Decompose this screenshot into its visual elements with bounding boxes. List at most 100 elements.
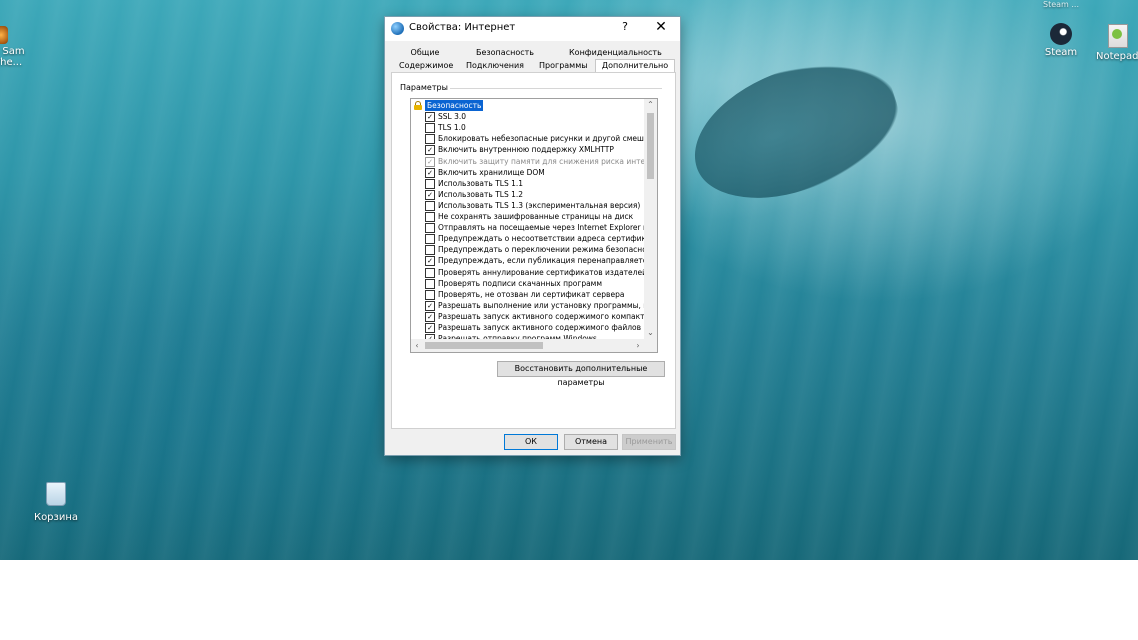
setting-checkbox[interactable]: ✓ — [425, 189, 435, 200]
internet-options-icon — [391, 22, 404, 35]
settings-list-item[interactable]: Проверять подписи скачанных программ — [411, 278, 644, 289]
setting-checkbox[interactable] — [425, 212, 435, 222]
settings-list-item[interactable]: ✓ Включить внутреннюю поддержку XMLHTTP — [411, 144, 644, 156]
desktop-icon-notepadpp[interactable]: Notepad+ — [1094, 24, 1138, 62]
settings-list-item[interactable]: ✓ SSL 3.0 — [411, 111, 644, 123]
settings-list-item[interactable]: TLS 1.0 — [411, 122, 644, 134]
settings-list-item[interactable]: Проверять аннулирование сертификатов изд… — [411, 267, 647, 278]
tab-advanced[interactable]: Дополнительно — [595, 59, 675, 73]
setting-label: Не сохранять зашифрованные страницы на д… — [438, 212, 634, 221]
setting-label: Использовать TLS 1.2 — [438, 189, 524, 199]
setting-checkbox[interactable]: ✓ — [425, 323, 435, 333]
settings-list[interactable]: Безопасность ✓ SSL 3.0 TLS 1.0 Блокировать н… — [410, 98, 658, 353]
tab-programs[interactable]: Программы — [539, 60, 588, 72]
tab-privacy[interactable]: Конфиденциальность — [569, 47, 662, 59]
settings-list-item[interactable]: Использовать TLS 1.1 — [411, 178, 644, 189]
settings-category-security[interactable]: Безопасность — [411, 100, 644, 111]
setting-label: Использовать TLS 1.1 — [438, 178, 524, 188]
tab-connections[interactable]: Подключения — [465, 60, 525, 72]
ok-button[interactable]: ОК — [504, 434, 558, 450]
close-button[interactable]: ✕ — [651, 19, 671, 37]
setting-checkbox[interactable] — [425, 200, 435, 211]
steam-icon — [1050, 23, 1072, 45]
settings-list-item[interactable]: Не сохранять зашифрованные страницы на д… — [411, 211, 644, 222]
setting-label: Использовать TLS 1.3 (экспериментальная … — [438, 200, 641, 210]
settings-list-item[interactable]: ✓ Предупреждать, если публикация перенапр… — [411, 255, 657, 267]
setting-checkbox[interactable]: ✓ — [425, 300, 435, 311]
settings-list-item[interactable]: ✓ Использовать TLS 1.2 — [411, 189, 644, 200]
setting-checkbox[interactable]: ✓ — [425, 256, 435, 267]
scroll-down-icon[interactable]: ⌄ — [644, 327, 657, 339]
setting-checkbox[interactable]: ✓ — [425, 167, 435, 178]
setting-checkbox[interactable] — [425, 223, 435, 234]
recycle-bin-icon — [46, 482, 66, 506]
cancel-button[interactable]: Отмена — [564, 434, 618, 450]
vertical-scroll-thumb[interactable] — [647, 113, 654, 179]
restore-advanced-settings-button[interactable]: Восстановить дополнительные параметры — [497, 361, 665, 387]
setting-label: Предупреждать о переключении режима безо… — [438, 245, 658, 255]
setting-label: Разрешать выполнение или установку прогр… — [438, 300, 658, 310]
setting-checkbox[interactable] — [425, 123, 435, 134]
scroll-right-icon[interactable]: › — [632, 339, 644, 352]
desktop-icon-label: Notepad+ — [1096, 51, 1138, 62]
setting-label: Отправлять на посещаемые через Internet … — [438, 223, 657, 233]
apply-button[interactable]: Применить — [622, 434, 676, 450]
window-title: Свойства: Интернет — [409, 22, 516, 33]
desktop-icon-serious-sam[interactable]: s Sam The... — [0, 26, 34, 68]
setting-checkbox[interactable]: ✓ — [425, 311, 435, 322]
settings-list-item[interactable]: Проверять, не отозван ли сертификат серв… — [411, 289, 644, 300]
lock-icon — [414, 101, 422, 110]
setting-checkbox[interactable] — [425, 278, 435, 289]
setting-checkbox[interactable]: ✓ — [425, 145, 435, 156]
desktop-icon-steam[interactable]: Steam ... Steam — [1038, 0, 1084, 58]
setting-label: Блокировать небезопасные рисунки и друго… — [438, 134, 658, 144]
setting-checkbox[interactable]: ✓ — [425, 156, 435, 167]
help-button[interactable]: ? — [617, 20, 633, 36]
desktop-icon-label: s Sam — [0, 46, 25, 57]
desktop-icon-label: Корзина — [33, 512, 79, 523]
settings-list-item[interactable]: ✓ Разрешать выполнение или установку прог… — [411, 300, 657, 311]
tab-content[interactable]: Содержимое — [399, 60, 453, 72]
tab-security[interactable]: Безопасность — [473, 47, 537, 59]
title-bar[interactable]: Свойства: Интернет ? ✕ — [385, 17, 680, 41]
internet-properties-dialog: Свойства: Интернет ? ✕ Общие Безопасност… — [384, 16, 681, 456]
horizontal-scroll-thumb[interactable] — [425, 342, 543, 349]
setting-checkbox[interactable] — [425, 178, 435, 189]
scroll-up-icon[interactable]: ⌃ — [644, 99, 657, 111]
horizontal-scrollbar[interactable]: ‹ › — [411, 339, 644, 352]
settings-list-item[interactable]: Отправлять на посещаемые через Internet … — [411, 222, 657, 234]
setting-checkbox[interactable] — [425, 245, 435, 256]
desktop-icon-label: Steam ... — [1042, 0, 1079, 9]
settings-list-item[interactable]: ✓ Включить хранилище DOM — [411, 167, 644, 178]
setting-label: Предупреждать, если публикация перенапра… — [438, 256, 658, 266]
tab-general[interactable]: Общие — [407, 47, 443, 59]
vertical-scrollbar[interactable]: ⌃ ⌄ — [644, 99, 657, 339]
setting-label: Разрешать запуск активного содержимого ф… — [438, 323, 658, 332]
setting-label: Проверять, не отозван ли сертификат серв… — [438, 289, 625, 299]
setting-label: Разрешать запуск активного содержимого к… — [438, 311, 658, 321]
settings-list-item[interactable]: Предупреждать о несоответствии адреса се… — [411, 233, 657, 245]
setting-checkbox[interactable] — [425, 134, 435, 145]
settings-list-item[interactable]: Предупреждать о переключении режима безо… — [411, 244, 657, 256]
settings-list-item[interactable]: ✓ Включить защиту памяти для снижения рис… — [411, 156, 657, 167]
notepadpp-icon — [1108, 24, 1128, 48]
setting-checkbox[interactable] — [425, 267, 435, 278]
setting-label: TLS 1.0 — [438, 123, 466, 133]
setting-label: SSL 3.0 — [438, 112, 467, 122]
desktop-icon-label: Steam — [1044, 47, 1078, 58]
setting-label: Включить внутреннюю поддержку XMLHTTP — [438, 145, 614, 155]
settings-list-item[interactable]: Использовать TLS 1.3 (экспериментальная … — [411, 200, 644, 211]
screen-bottom-area — [0, 560, 1138, 640]
setting-checkbox[interactable] — [425, 234, 435, 245]
setting-label: Включить хранилище DOM — [438, 167, 545, 177]
settings-list-item[interactable]: Блокировать небезопасные рисунки и друго… — [411, 133, 657, 145]
settings-list-item[interactable]: ✓ Разрешать запуск активного содержимого … — [411, 311, 657, 322]
group-divider — [450, 88, 662, 89]
setting-checkbox[interactable] — [425, 289, 435, 300]
settings-list-item[interactable]: ✓ Разрешать запуск активного содержимого … — [411, 322, 657, 333]
settings-category-label: Безопасность — [425, 100, 484, 111]
desktop-icon-recycle-bin[interactable]: Корзина — [30, 482, 82, 523]
setting-checkbox[interactable]: ✓ — [425, 112, 435, 123]
scroll-left-icon[interactable]: ‹ — [411, 339, 423, 352]
serious-sam-icon — [0, 26, 8, 44]
